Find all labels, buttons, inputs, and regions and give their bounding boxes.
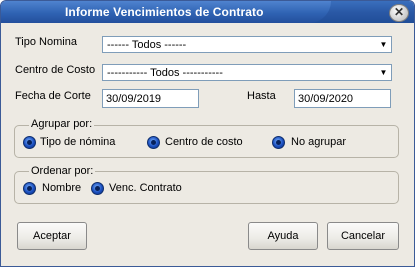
centro-costo-label: Centro de Costo bbox=[15, 64, 96, 76]
radio-nombre[interactable] bbox=[23, 182, 36, 195]
help-button[interactable]: Ayuda bbox=[248, 222, 318, 250]
title-bar[interactable]: Informe Vencimientos de Contrato ✕ bbox=[1, 1, 414, 23]
radio-venc-contrato[interactable] bbox=[91, 182, 104, 195]
tipo-nomina-select[interactable]: ------ Todos ------ ▼ bbox=[102, 36, 392, 53]
tipo-nomina-value: ------ Todos ------ bbox=[107, 39, 187, 51]
report-dialog: Informe Vencimientos de Contrato ✕ Tipo … bbox=[0, 0, 415, 267]
radio-no-agrupar[interactable] bbox=[272, 136, 285, 149]
radio-centro-costo[interactable] bbox=[147, 136, 160, 149]
radio-centro-costo-label[interactable]: Centro de costo bbox=[165, 136, 243, 148]
radio-tipo-nomina[interactable] bbox=[23, 136, 36, 149]
cancel-button[interactable]: Cancelar bbox=[327, 222, 399, 250]
agrupar-group-title: Agrupar por: bbox=[29, 118, 95, 130]
ordenar-group-title: Ordenar por: bbox=[29, 165, 96, 177]
radio-nombre-label[interactable]: Nombre bbox=[42, 182, 81, 194]
radio-tipo-nomina-label[interactable]: Tipo de nómina bbox=[40, 136, 115, 148]
window-title: Informe Vencimientos de Contrato bbox=[65, 5, 264, 19]
close-button[interactable]: ✕ bbox=[389, 4, 409, 22]
tipo-nomina-label: Tipo Nomina bbox=[15, 36, 77, 48]
chevron-down-icon[interactable]: ▼ bbox=[376, 65, 391, 80]
fecha-corte-label: Fecha de Corte bbox=[15, 90, 91, 102]
close-icon: ✕ bbox=[393, 5, 405, 19]
accept-button[interactable]: Aceptar bbox=[17, 222, 87, 250]
radio-venc-contrato-label[interactable]: Venc. Contrato bbox=[109, 182, 182, 194]
hasta-label: Hasta bbox=[247, 90, 276, 102]
chevron-down-icon[interactable]: ▼ bbox=[376, 37, 391, 52]
radio-no-agrupar-label[interactable]: No agrupar bbox=[291, 136, 346, 148]
hasta-input[interactable]: 30/09/2020 bbox=[294, 89, 391, 108]
fecha-corte-input[interactable]: 30/09/2019 bbox=[102, 89, 199, 108]
centro-costo-select[interactable]: ----------- Todos ----------- ▼ bbox=[102, 64, 392, 81]
centro-costo-value: ----------- Todos ----------- bbox=[107, 67, 223, 79]
